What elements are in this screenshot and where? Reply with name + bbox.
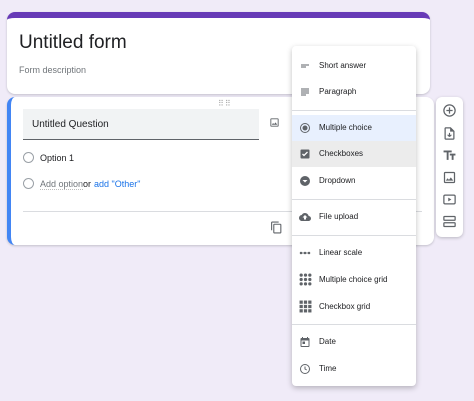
menu-item-dropdown[interactable]: Dropdown (292, 168, 416, 194)
clock-icon (299, 362, 311, 380)
option-radio (23, 152, 34, 163)
menu-item-label: Checkbox grid (319, 302, 371, 311)
add-title-icon[interactable] (442, 148, 457, 168)
menu-item-label: File upload (319, 212, 359, 221)
menu-item-label: Checkboxes (319, 149, 364, 158)
calendar-icon (299, 335, 311, 353)
menu-separator (292, 199, 416, 200)
menu-separator (292, 324, 416, 325)
menu-item-label: Multiple choice (319, 123, 372, 132)
paragraph-icon (299, 85, 311, 103)
add-section-icon[interactable] (442, 214, 457, 234)
form-title[interactable]: Untitled form (19, 32, 127, 54)
linear-scale-icon (299, 246, 311, 264)
drag-handle-icon[interactable]: ⠿⠿ (218, 99, 232, 108)
menu-item-paragraph[interactable]: Paragraph (292, 79, 416, 105)
short-answer-icon (299, 59, 311, 77)
menu-item-label: Date (319, 337, 336, 346)
question-title-text: Untitled Question (32, 119, 109, 130)
menu-item-label: Dropdown (319, 176, 356, 185)
add-image-icon[interactable] (442, 170, 457, 190)
menu-item-date[interactable]: Date (292, 329, 416, 355)
menu-item-multiple-choice-grid[interactable]: Multiple choice grid (292, 267, 416, 293)
add-video-icon[interactable] (442, 192, 457, 212)
grid-icon (299, 273, 312, 291)
menu-item-short-answer[interactable]: Short answer (292, 53, 416, 79)
floating-toolbar (436, 97, 463, 237)
menu-item-linear-scale[interactable]: Linear scale (292, 240, 416, 266)
menu-item-label: Time (319, 364, 337, 373)
menu-separator (292, 110, 416, 111)
form-description[interactable]: Form description (19, 65, 86, 75)
radio-icon (299, 121, 311, 139)
add-image-icon[interactable] (269, 115, 280, 133)
add-other-link[interactable]: add "Other" (94, 179, 140, 189)
menu-item-multiple-choice[interactable]: Multiple choice (292, 115, 416, 141)
add-question-icon[interactable] (442, 103, 457, 123)
menu-item-time[interactable]: Time (292, 356, 416, 382)
grid-icon (299, 300, 312, 318)
or-text: or (83, 179, 92, 189)
add-option-link[interactable]: Add option (40, 179, 84, 190)
duplicate-icon[interactable] (270, 221, 283, 239)
checkbox-icon (299, 147, 311, 165)
question-title-input[interactable]: Untitled Question (23, 109, 259, 140)
menu-item-checkbox-grid[interactable]: Checkbox grid (292, 294, 416, 320)
import-questions-icon[interactable] (442, 126, 457, 146)
menu-item-label: Multiple choice grid (319, 275, 388, 284)
option-1-text[interactable]: Option 1 (40, 153, 74, 163)
menu-item-label: Short answer (319, 61, 367, 70)
menu-item-label: Paragraph (319, 87, 357, 96)
add-option-radio (23, 178, 34, 189)
cloud-upload-icon (299, 210, 311, 228)
menu-item-file-upload[interactable]: File upload (292, 204, 416, 230)
menu-item-checkboxes[interactable]: Checkboxes (292, 141, 416, 167)
dropdown-icon (299, 174, 311, 192)
menu-separator (292, 235, 416, 236)
question-type-menu: Short answer Paragraph Multiple choice C… (292, 46, 416, 386)
menu-item-label: Linear scale (319, 248, 363, 257)
